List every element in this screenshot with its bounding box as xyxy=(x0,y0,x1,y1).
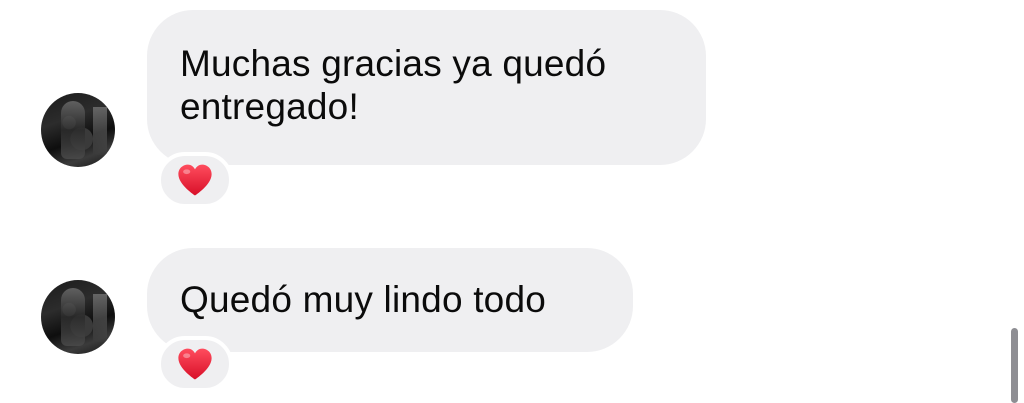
chat-thread: Muchas gracias ya quedó entregado! Quedó… xyxy=(0,0,1024,403)
avatar[interactable] xyxy=(41,280,115,354)
message-text-line: Muchas gracias ya quedó xyxy=(180,43,607,84)
message-bubble[interactable]: Quedó muy lindo todo xyxy=(147,248,633,352)
message-row: Muchas gracias ya quedó entregado! xyxy=(0,0,1000,215)
reaction-badge[interactable] xyxy=(157,336,233,392)
heart-icon xyxy=(178,164,212,196)
message-text-line: entregado! xyxy=(180,86,359,127)
message-row: Quedó muy lindo todo xyxy=(0,240,1000,403)
message-text-line: Quedó muy lindo todo xyxy=(180,279,547,320)
heart-icon xyxy=(178,348,212,380)
avatar[interactable] xyxy=(41,93,115,167)
message-bubble[interactable]: Muchas gracias ya quedó entregado! xyxy=(147,10,706,165)
reaction-badge[interactable] xyxy=(157,152,233,208)
scrollbar[interactable] xyxy=(1011,328,1018,403)
